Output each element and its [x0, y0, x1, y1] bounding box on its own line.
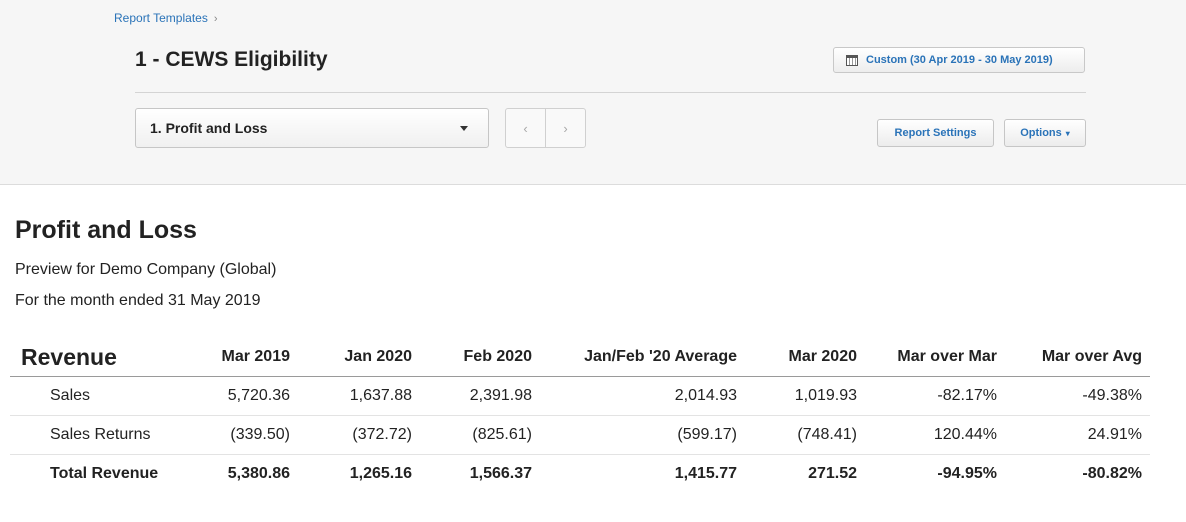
total-row: Total Revenue 5,380.86 1,265.16 1,566.37…: [10, 455, 1150, 494]
table-cell: 1,265.16: [349, 465, 412, 482]
revenue-table: Revenue Mar 2019 Jan 2020 Feb 2020 Jan/F…: [10, 338, 1150, 493]
options-button[interactable]: Options ▾: [1004, 119, 1086, 147]
column-header: Mar 2019: [191, 338, 298, 377]
row-label[interactable]: Sales Returns: [10, 415, 191, 455]
table-cell[interactable]: (825.61): [420, 415, 540, 455]
section-heading-revenue: Revenue: [10, 338, 191, 377]
options-caret-icon: ▾: [1065, 128, 1070, 138]
table-cell: 120.44%: [865, 415, 1005, 455]
date-range-button[interactable]: Custom (30 Apr 2019 - 30 May 2019): [833, 47, 1085, 73]
report-select-value: 1. Profit and Loss: [150, 120, 268, 136]
report-period: For the month ended 31 May 2019: [15, 292, 261, 309]
table-cell[interactable]: 1,637.88: [298, 376, 420, 416]
table-cell: 271.52: [808, 465, 857, 482]
report-title: Profit and Loss: [15, 216, 197, 244]
report-select[interactable]: 1. Profit and Loss: [135, 108, 489, 148]
options-label: Options: [1020, 127, 1062, 139]
breadcrumb-report-templates[interactable]: Report Templates: [114, 11, 208, 25]
table-cell: 5,380.86: [227, 465, 290, 482]
table-cell[interactable]: (748.41): [745, 415, 865, 455]
table-cell[interactable]: (599.17): [540, 415, 745, 455]
table-cell: -49.38%: [1005, 376, 1150, 416]
column-header: Jan 2020: [298, 338, 420, 377]
table-cell: -94.95%: [937, 465, 997, 482]
report-header-panel: Report Templates › 1 - CEWS Eligibility C…: [0, 0, 1186, 185]
table-cell[interactable]: (372.72): [298, 415, 420, 455]
dropdown-caret-icon: [460, 125, 468, 131]
next-report-button[interactable]: ›: [546, 109, 585, 147]
table-row: Sales 5,720.36 1,637.88 2,391.98 2,014.9…: [10, 376, 1150, 416]
table-cell[interactable]: 1,019.93: [745, 376, 865, 416]
table-cell[interactable]: 2,014.93: [540, 376, 745, 416]
template-title: 1 - CEWS Eligibility: [135, 48, 328, 71]
report-settings-button[interactable]: Report Settings: [877, 119, 994, 147]
column-header: Feb 2020: [420, 338, 540, 377]
date-range-label: Custom (30 Apr 2019 - 30 May 2019): [866, 54, 1053, 66]
table-cell: 24.91%: [1005, 415, 1150, 455]
report-subtitle: Preview for Demo Company (Global): [15, 261, 277, 278]
table-cell[interactable]: 2,391.98: [420, 376, 540, 416]
table-cell: 1,415.77: [674, 465, 737, 482]
column-header: Mar 2020: [745, 338, 865, 377]
row-label: Total Revenue: [50, 465, 159, 482]
header-divider: [135, 92, 1086, 93]
calendar-icon: [846, 54, 858, 66]
table-cell[interactable]: (339.50): [191, 415, 298, 455]
column-header: Mar over Mar: [865, 338, 1005, 377]
row-label[interactable]: Sales: [10, 376, 191, 416]
breadcrumb[interactable]: Report Templates ›: [114, 11, 218, 25]
column-header: Jan/Feb '20 Average: [540, 338, 745, 377]
table-cell: -82.17%: [865, 376, 1005, 416]
table-row: Sales Returns (339.50) (372.72) (825.61)…: [10, 415, 1150, 455]
table-cell: -80.82%: [1082, 465, 1142, 482]
table-cell: 1,566.37: [469, 465, 532, 482]
previous-report-button[interactable]: ‹: [506, 109, 546, 147]
table-header-row: Revenue Mar 2019 Jan 2020 Feb 2020 Jan/F…: [10, 338, 1150, 377]
column-header: Mar over Avg: [1005, 338, 1150, 377]
table-cell[interactable]: 5,720.36: [191, 376, 298, 416]
breadcrumb-separator-icon: ›: [213, 13, 218, 25]
report-pager: ‹ ›: [505, 108, 586, 148]
